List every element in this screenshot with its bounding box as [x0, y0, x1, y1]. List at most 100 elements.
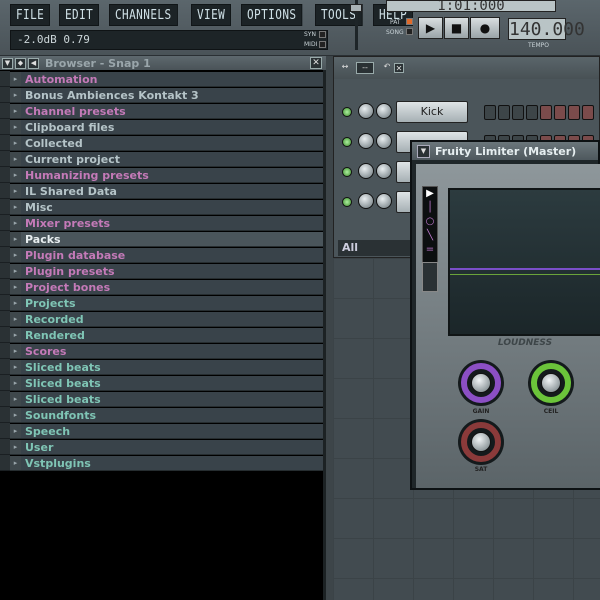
step-button[interactable]: [568, 105, 580, 120]
play-icon[interactable]: ▶: [423, 187, 437, 201]
expand-arrow-icon[interactable]: ▸: [10, 343, 21, 359]
step-button[interactable]: [582, 105, 594, 120]
expand-arrow-icon[interactable]: ▸: [10, 455, 21, 471]
close-icon[interactable]: ✕: [394, 63, 404, 73]
expand-arrow-icon[interactable]: ▸: [10, 263, 21, 279]
syn-toggle[interactable]: [319, 31, 326, 38]
browser-folder-item[interactable]: ▸ Vstplugins: [0, 455, 326, 471]
stop-button[interactable]: ■: [444, 17, 469, 39]
expand-arrow-icon[interactable]: ▸: [10, 199, 21, 215]
browser-folder-item[interactable]: ▸ Humanizing presets: [0, 167, 326, 183]
browser-folder-item[interactable]: ▸ Rendered: [0, 327, 326, 343]
step-button[interactable]: [554, 105, 566, 120]
expand-arrow-icon[interactable]: ▸: [10, 295, 21, 311]
close-icon[interactable]: ✕: [310, 57, 322, 69]
step-button[interactable]: [484, 105, 496, 120]
song-mode-led[interactable]: [406, 28, 413, 35]
expand-arrow-icon[interactable]: ▸: [10, 71, 21, 87]
menu-view[interactable]: VIEW: [191, 4, 232, 26]
step-button[interactable]: [526, 105, 538, 120]
browser-folder-item[interactable]: ▸ Clipboard files: [0, 119, 326, 135]
channel-mute-led[interactable]: [342, 167, 352, 177]
channel-mute-led[interactable]: [342, 137, 352, 147]
curve-tool-icon[interactable]: ╲: [423, 229, 437, 243]
undo-icon[interactable]: ↶: [380, 62, 394, 74]
browser-back-icon[interactable]: ◀: [28, 57, 39, 69]
browser-folder-item[interactable]: ▸ Misc: [0, 199, 326, 215]
equals-tool-icon[interactable]: =: [423, 243, 437, 257]
record-button[interactable]: ●: [470, 17, 500, 39]
tempo-display[interactable]: 140.000: [508, 18, 585, 40]
midi-toggle[interactable]: [319, 41, 326, 48]
circle-tool-icon[interactable]: ○: [423, 215, 437, 229]
pat-mode-led[interactable]: [406, 18, 413, 25]
browser-folder-item[interactable]: ▸ Speech: [0, 423, 326, 439]
channel-volume-knob[interactable]: [358, 103, 374, 119]
channel-pan-knob[interactable]: [376, 193, 392, 209]
step-button[interactable]: [512, 105, 524, 120]
expand-arrow-icon[interactable]: ▸: [10, 439, 21, 455]
resize-icon[interactable]: ↔: [338, 62, 352, 74]
channel-pan-knob[interactable]: [376, 103, 392, 119]
limiter-titlebar[interactable]: ▼ Fruity Limiter (Master): [412, 142, 598, 160]
step-button[interactable]: [540, 105, 552, 120]
expand-arrow-icon[interactable]: ▸: [10, 375, 21, 391]
browser-folder-item[interactable]: ▸ Sliced beats: [0, 375, 326, 391]
expand-arrow-icon[interactable]: ▸: [10, 327, 21, 343]
browser-folder-item[interactable]: ▸ Scores: [0, 343, 326, 359]
menu-options[interactable]: OPTIONS: [240, 4, 303, 26]
browser-folder-item[interactable]: ▸ Plugin database: [0, 247, 326, 263]
channel-volume-knob[interactable]: [358, 133, 374, 149]
play-button[interactable]: ▶: [418, 17, 443, 39]
limiter-side-button[interactable]: [422, 262, 438, 292]
channel-mute-led[interactable]: [342, 197, 352, 207]
channel-pan-knob[interactable]: [376, 133, 392, 149]
browser-menu-icon[interactable]: ▼: [2, 57, 13, 69]
browser-folder-item[interactable]: ▸ Packs: [0, 231, 326, 247]
expand-arrow-icon[interactable]: ▸: [10, 359, 21, 375]
zoom-icon[interactable]: --: [356, 62, 374, 74]
step-button[interactable]: [498, 105, 510, 120]
channel-name-button[interactable]: Kick: [396, 101, 468, 123]
channel-pan-knob[interactable]: [376, 163, 392, 179]
expand-arrow-icon[interactable]: ▸: [10, 231, 21, 247]
expand-arrow-icon[interactable]: ▸: [10, 167, 21, 183]
expand-arrow-icon[interactable]: ▸: [10, 119, 21, 135]
ceil-knob[interactable]: [528, 360, 574, 406]
expand-arrow-icon[interactable]: ▸: [10, 423, 21, 439]
expand-arrow-icon[interactable]: ▸: [10, 407, 21, 423]
browser-folder-item[interactable]: ▸ Project bones: [0, 279, 326, 295]
expand-arrow-icon[interactable]: ▸: [10, 247, 21, 263]
channel-volume-knob[interactable]: [358, 163, 374, 179]
expand-arrow-icon[interactable]: ▸: [10, 183, 21, 199]
browser-folder-item[interactable]: ▸ Sliced beats: [0, 359, 326, 375]
menu-edit[interactable]: EDIT: [59, 4, 100, 26]
expand-arrow-icon[interactable]: ▸: [10, 391, 21, 407]
browser-folder-item[interactable]: ▸ User: [0, 439, 326, 455]
menu-file[interactable]: FILE: [10, 4, 51, 26]
browser-folder-item[interactable]: ▸ IL Shared Data: [0, 183, 326, 199]
slider-thumb[interactable]: [350, 4, 362, 12]
master-volume-slider[interactable]: [350, 0, 362, 50]
browser-folder-item[interactable]: ▸ Automation: [0, 71, 326, 87]
menu-channels[interactable]: CHANNELS: [108, 4, 178, 26]
sat-knob[interactable]: [458, 419, 504, 465]
browser-folder-item[interactable]: ▸ Bonus Ambiences Kontakt 3: [0, 87, 326, 103]
channel-volume-knob[interactable]: [358, 193, 374, 209]
channel-mute-led[interactable]: [342, 107, 352, 117]
expand-arrow-icon[interactable]: ▸: [10, 151, 21, 167]
browser-folder-item[interactable]: ▸ Projects: [0, 295, 326, 311]
gain-knob[interactable]: [458, 360, 504, 406]
browser-folder-item[interactable]: ▸ Soundfonts: [0, 407, 326, 423]
expand-arrow-icon[interactable]: ▸: [10, 135, 21, 151]
browser-folder-item[interactable]: ▸ Plugin presets: [0, 263, 326, 279]
browser-folder-item[interactable]: ▸ Current project: [0, 151, 326, 167]
browser-expand-icon[interactable]: ◆: [15, 57, 26, 69]
browser-folder-item[interactable]: ▸ Recorded: [0, 311, 326, 327]
browser-folder-item[interactable]: ▸ Mixer presets: [0, 215, 326, 231]
expand-arrow-icon[interactable]: ▸: [10, 311, 21, 327]
expand-arrow-icon[interactable]: ▸: [10, 279, 21, 295]
expand-arrow-icon[interactable]: ▸: [10, 87, 21, 103]
expand-arrow-icon[interactable]: ▸: [10, 215, 21, 231]
browser-folder-item[interactable]: ▸ Channel presets: [0, 103, 326, 119]
